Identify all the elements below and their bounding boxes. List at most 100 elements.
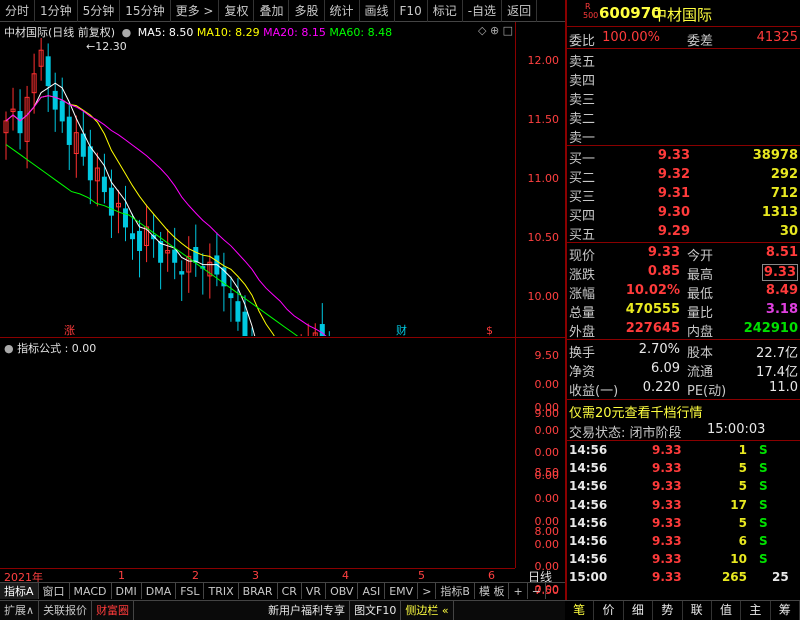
indicator-tab[interactable]: MACD — [70, 583, 112, 599]
buy-row[interactable]: 买二 9.32 292 — [567, 166, 800, 186]
extension-tab[interactable]: 关联报价 — [39, 601, 93, 620]
quote-value-2: 3.18 — [765, 302, 798, 317]
toolbar-button-0[interactable]: 分时 — [0, 0, 36, 22]
indicator-tab[interactable]: > — [418, 583, 437, 599]
indicator-tab[interactable]: VR — [302, 583, 327, 599]
quote-row: 涨幅 10.02% 最低 8.49 — [567, 282, 800, 302]
indicator-tab[interactable]: DMA — [142, 583, 177, 599]
price-tick: 11.00 — [527, 171, 560, 185]
buy-level-label: 买四 — [569, 209, 596, 224]
fund-value: 0.220 — [642, 380, 680, 395]
date-tick: 4 — [342, 569, 349, 582]
price-tick: 12.00 — [527, 54, 560, 67]
promo-link[interactable]: 仅需20元查看千档行情 — [569, 402, 703, 421]
indicator-tab[interactable]: 指标A — [0, 583, 39, 599]
indicator-tab[interactable]: BRAR — [239, 583, 278, 599]
buy-volume: 292 — [770, 167, 798, 182]
tick-price: 9.33 — [652, 515, 682, 530]
quote-value-2: 9.33 — [761, 264, 798, 281]
quote-tab[interactable]: 值 — [712, 601, 742, 620]
tick-volume: 10 — [730, 552, 747, 567]
indicator-tab[interactable]: 模 板 — [475, 583, 510, 599]
extension-tab[interactable]: 图文F10 — [350, 601, 402, 620]
quote-value: 0.85 — [647, 264, 680, 279]
indicator-tab[interactable]: − — [528, 583, 546, 599]
toolbar-button-13[interactable]: 返回 — [502, 0, 538, 22]
candle-body — [122, 208, 128, 228]
chart-window-icons[interactable]: ◇ ⊕ □ — [478, 24, 513, 37]
toolbar-button-7[interactable]: 多股 — [289, 0, 325, 22]
date-tick: 5 — [418, 569, 425, 582]
status-time: 15:00:03 — [707, 422, 766, 437]
tick-volume: 17 — [730, 497, 747, 512]
promo-row[interactable]: 仅需20元查看千档行情 — [567, 401, 800, 421]
quote-tab[interactable]: 联 — [683, 601, 712, 620]
indicator-tab[interactable]: OBV — [326, 583, 359, 599]
quote-label-2: 内盘 — [687, 325, 714, 340]
buy-row[interactable]: 买一 9.33 38978 — [567, 147, 800, 167]
toolbar-button-9[interactable]: 画线 — [360, 0, 395, 22]
extension-tab[interactable]: 侧边栏 « — [401, 601, 454, 620]
weicha-label: 委差 — [687, 34, 714, 49]
indicator-tab[interactable]: 窗口 — [39, 583, 70, 599]
toolbar-button-1[interactable]: 1分钟 — [35, 0, 78, 22]
toolbar-button-6[interactable]: 叠加 — [254, 0, 290, 22]
sell-row: 卖三 — [567, 88, 800, 108]
toolbar-button-3[interactable]: 15分钟 — [120, 0, 171, 22]
toolbar-button-4[interactable]: 更多 > — [171, 0, 220, 22]
sell-row: 卖五 — [567, 50, 800, 70]
quote-tab[interactable]: 主 — [741, 601, 771, 620]
toolbar-button-2[interactable]: 5分钟 — [78, 0, 121, 22]
buy-row[interactable]: 买五 9.29 30 — [567, 223, 800, 243]
quote-label-2: 量比 — [687, 306, 714, 321]
fund-label: 净资 — [569, 365, 596, 380]
buy-row[interactable]: 买四 9.30 1313 — [567, 204, 800, 224]
candle-body — [45, 56, 51, 87]
candle-body — [108, 187, 114, 216]
quote-label: 涨幅 — [569, 287, 596, 302]
date-tick: 6 — [488, 569, 495, 582]
indicator-tab[interactable]: DMI — [112, 583, 142, 599]
candle-body — [17, 111, 23, 134]
toolbar-button-5[interactable]: 复权 — [219, 0, 255, 22]
toolbar-button-10[interactable]: F10 — [395, 0, 428, 22]
ma60-line — [5, 144, 299, 336]
quote-tab[interactable]: 价 — [594, 601, 624, 620]
indicator-tab[interactable]: ASI — [358, 583, 386, 599]
tick-time: 14:56 — [569, 497, 608, 512]
tick-price: 9.33 — [652, 479, 682, 494]
candle-body — [87, 146, 93, 181]
date-tick: 2 — [192, 569, 199, 582]
quote-label-2: 最高 — [687, 268, 714, 283]
quote-tab[interactable]: 笔 — [565, 601, 595, 620]
tick-time: 14:56 — [569, 461, 608, 476]
indicator-tab[interactable]: FSL — [176, 583, 205, 599]
extension-tab[interactable]: 扩展∧ — [0, 601, 40, 620]
fund-row: 收益(一) 0.220 PE(动) 11.0 — [567, 379, 800, 399]
candle-body — [228, 293, 234, 299]
candle-body — [130, 233, 136, 240]
candle-body — [59, 100, 65, 122]
toolbar-button-11[interactable]: 标记 — [428, 0, 463, 22]
indicator-settings-icon[interactable]: ● — [4, 342, 14, 355]
extension-tab[interactable]: 财富圈 — [92, 601, 135, 620]
toolbar-button-12[interactable]: -自选 — [463, 0, 503, 22]
toolbar-button-8[interactable]: 统计 — [325, 0, 360, 22]
candlestick-chart[interactable]: ←12.30←7.15涨财$ — [0, 38, 515, 336]
extension-tab[interactable]: 新用户福利专享 — [264, 601, 351, 620]
buy-row[interactable]: 买三 9.31 712 — [567, 185, 800, 205]
indicator-tab[interactable]: 指标B — [436, 583, 475, 599]
tick-row: 14:56 9.33 5 S — [567, 461, 800, 479]
indicator-tab[interactable]: CR — [278, 583, 302, 599]
quote-tab[interactable]: 筹 — [771, 601, 800, 620]
indicator-tab[interactable]: EMV — [385, 583, 419, 599]
tick-time: 14:56 — [569, 443, 608, 457]
sell-level-label: 卖四 — [569, 74, 596, 89]
quote-tab[interactable]: 细 — [624, 601, 654, 620]
quote-tab[interactable]: 势 — [653, 601, 683, 620]
indicator-tab[interactable]: TRIX — [204, 583, 239, 599]
top-toolbar: 分时 1分钟 5分钟 15分钟 更多 > 复权 叠加 多股 统计 画线 F10 标记 -自选 返回 — [0, 0, 565, 22]
quote-label: 现价 — [569, 249, 596, 264]
sell-row: 卖四 — [567, 69, 800, 89]
indicator-tab[interactable]: + — [509, 583, 528, 599]
